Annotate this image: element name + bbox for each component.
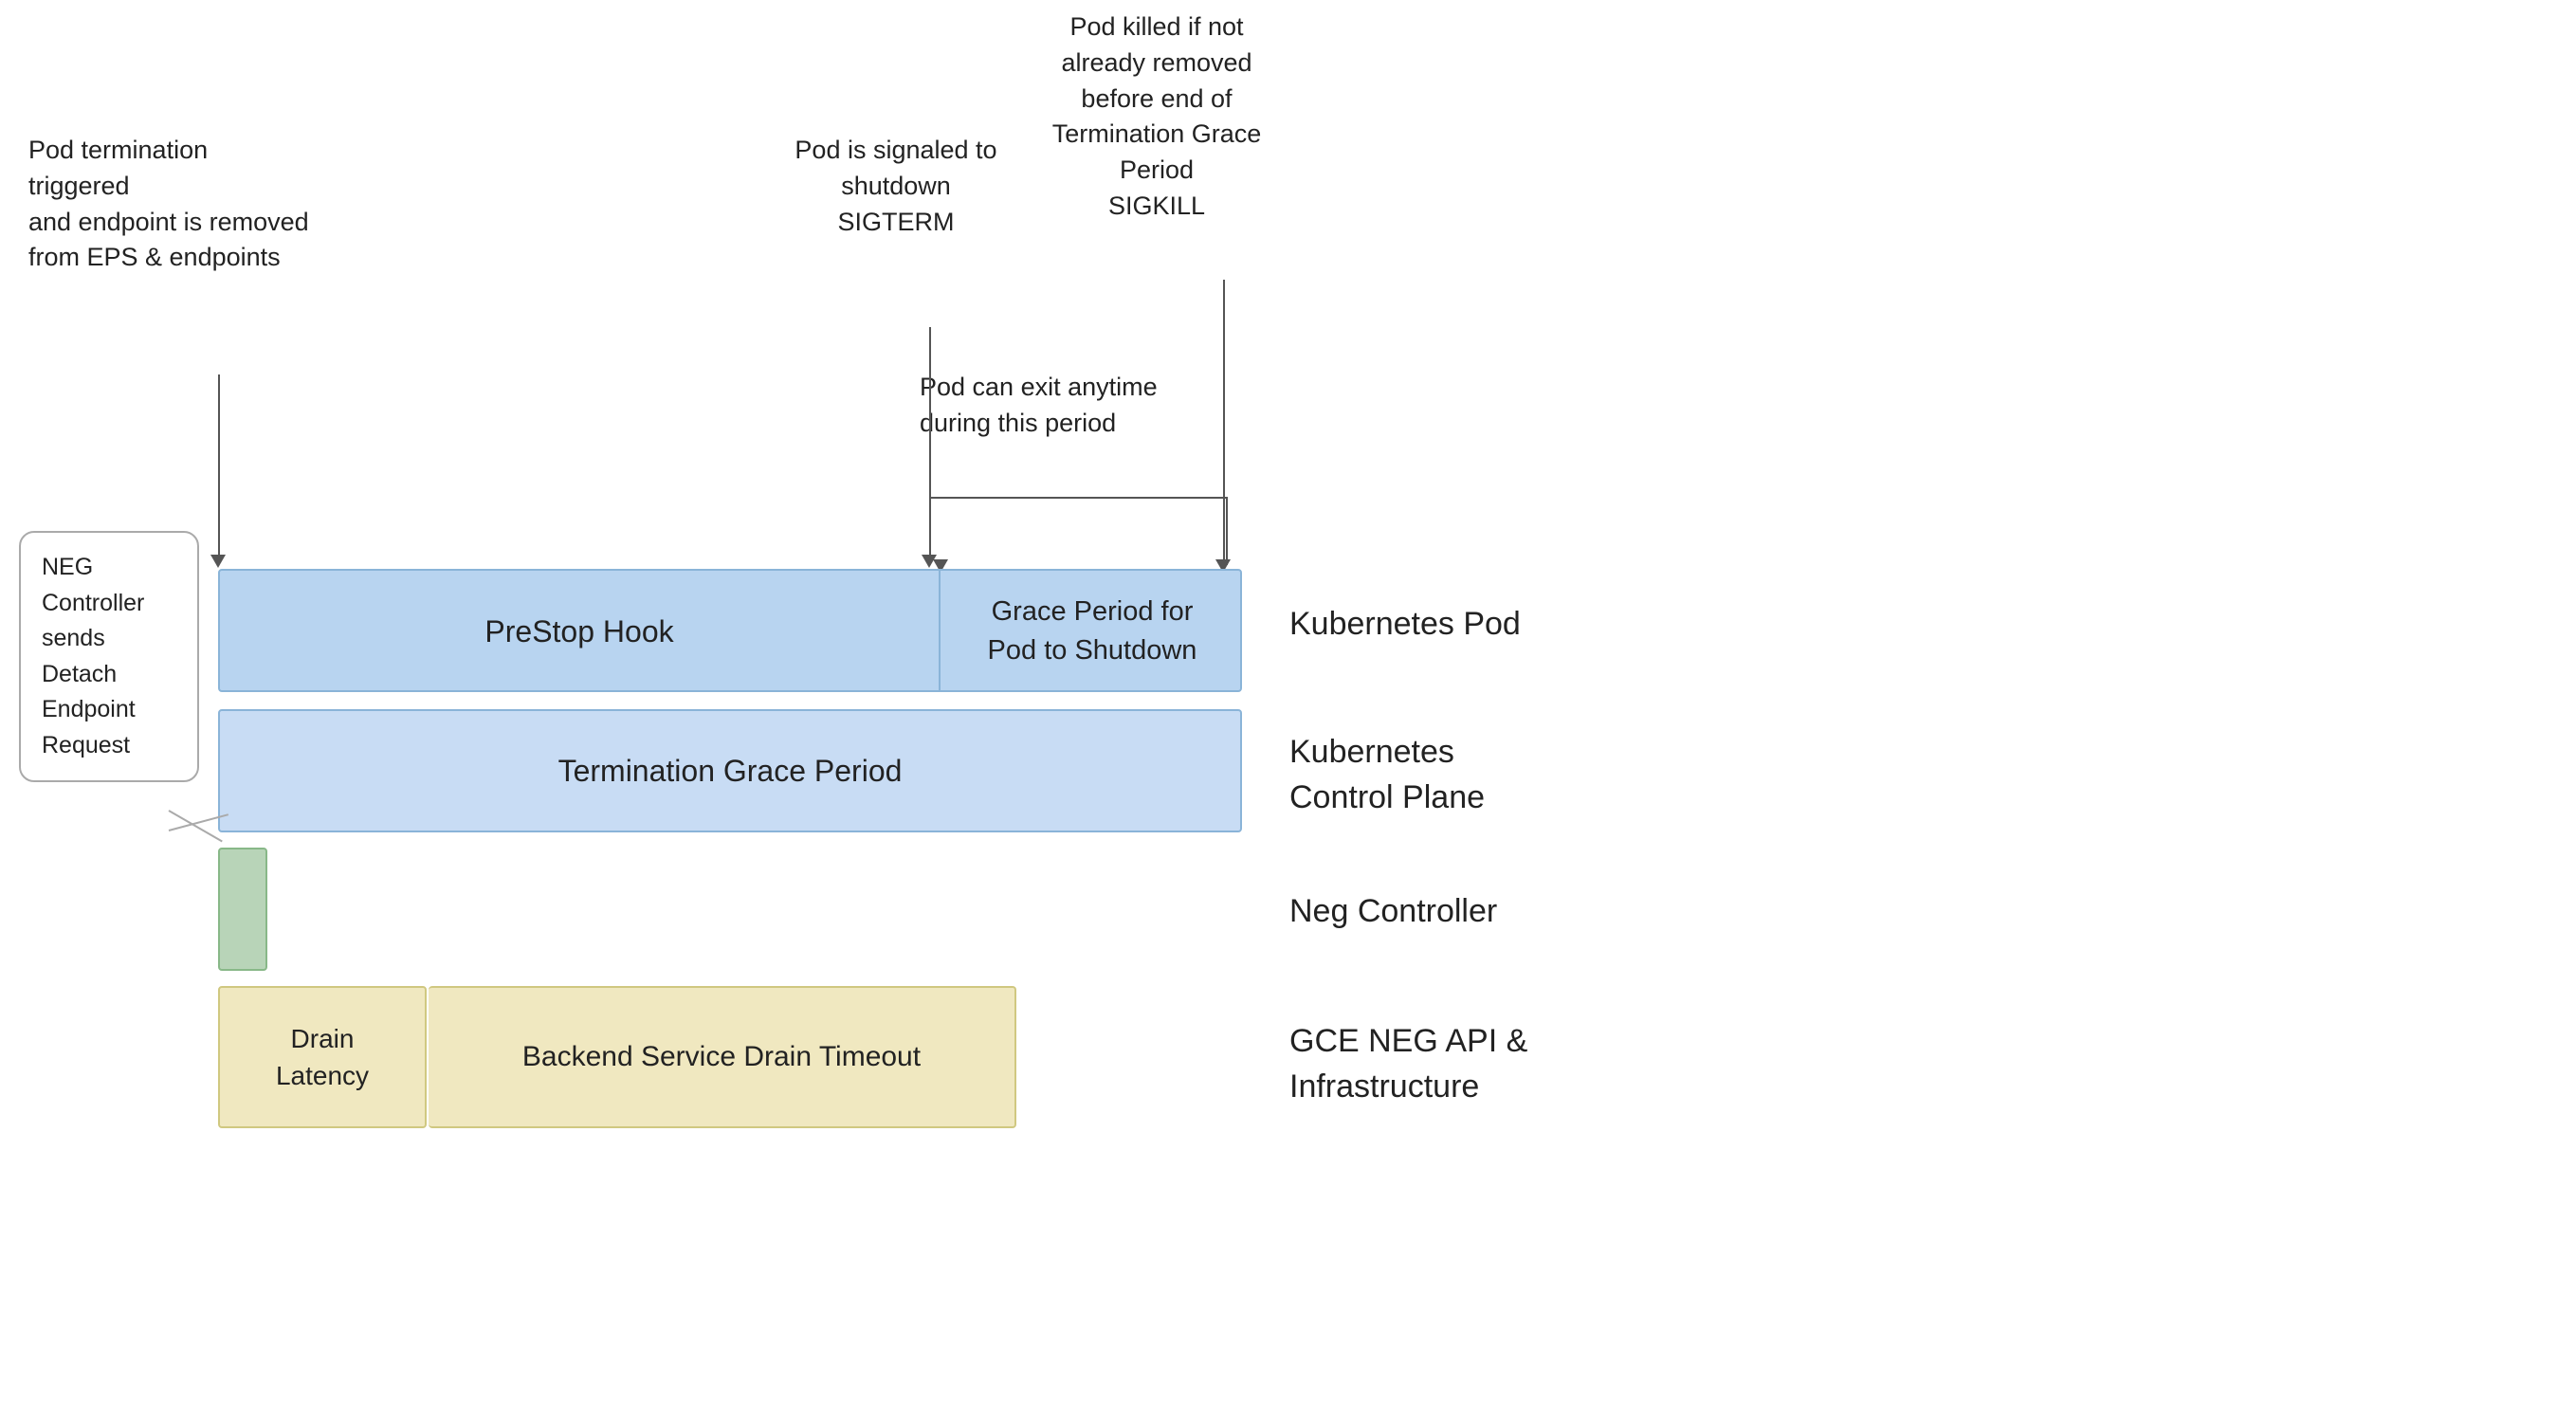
label-neg-controller: Neg Controller — [1289, 889, 1497, 935]
label-gce-neg: GCE NEG API &Infrastructure — [1289, 1019, 1527, 1109]
annotation-pod-termination: Pod termination triggeredand endpoint is… — [28, 133, 313, 276]
vline-pod-killed — [1223, 280, 1225, 564]
annotation-pod-can-exit: Pod can exit anytimeduring this period — [920, 370, 1195, 442]
backend-drain-label: Backend Service Drain Timeout — [522, 1041, 921, 1073]
speech-bubble-text: NEGControllersendsDetachEndpointRequest — [42, 554, 144, 758]
vline-pod-exit-right — [1226, 497, 1228, 565]
grace-period-label: Grace Period forPod to Shutdown — [988, 593, 1197, 669]
prestop-hook-bar: PreStop Hook — [220, 571, 941, 692]
hline-pod-exit-top — [929, 497, 1228, 499]
speech-bubble-neg: NEGControllersendsDetachEndpointRequest — [19, 531, 199, 782]
annotation-pod-killed: Pod killed if notalready removedbefore e… — [996, 9, 1318, 225]
drain-latency-bar: DrainLatency — [218, 986, 427, 1128]
label-kubernetes-cp: KubernetesControl Plane — [1289, 730, 1485, 820]
bubble-tail-line1 — [169, 810, 223, 842]
vline-pod-signaled — [929, 327, 931, 559]
prestop-hook-label: PreStop Hook — [484, 614, 673, 649]
backend-drain-bar: Backend Service Drain Timeout — [429, 986, 1016, 1128]
control-plane-bar: Termination Grace Period — [218, 709, 1242, 832]
drain-latency-label: DrainLatency — [276, 1020, 369, 1094]
pod-bar: PreStop Hook Grace Period forPod to Shut… — [218, 569, 1242, 692]
diagram: Pod termination triggeredand endpoint is… — [0, 0, 2576, 1406]
vline-pod-termination — [218, 374, 220, 559]
neg-controller-bar — [218, 848, 267, 971]
label-kubernetes-pod: Kubernetes Pod — [1289, 602, 1521, 648]
termination-grace-label: Termination Grace Period — [558, 754, 903, 789]
arrow-pod-termination — [210, 555, 226, 568]
annotation-pod-signaled: Pod is signaled toshutdownSIGTERM — [777, 133, 1014, 240]
